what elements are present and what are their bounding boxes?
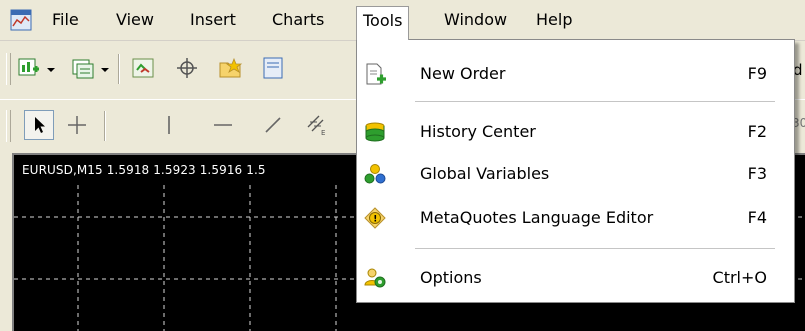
menu-help[interactable]: Help — [530, 6, 578, 34]
equidistant-channel-icon: E — [307, 115, 325, 137]
market-watch-icon — [132, 58, 154, 78]
menu-item-shortcut: F3 — [747, 164, 767, 183]
new-chart-dropdown-icon[interactable] — [47, 68, 55, 72]
folder-star-icon — [219, 57, 243, 78]
profiles-dropdown-icon[interactable] — [101, 68, 109, 72]
new-chart-button[interactable] — [14, 53, 44, 83]
menu-window[interactable]: Window — [438, 6, 513, 34]
menu-item-label: Global Variables — [420, 164, 550, 183]
horizontal-line-button[interactable] — [208, 110, 238, 140]
crosshair-cursor-icon — [68, 116, 86, 134]
toolbar-separator — [118, 54, 120, 84]
menu-item-shortcut: F9 — [747, 64, 767, 83]
toolbar-separator — [104, 111, 106, 141]
navigator-button[interactable] — [216, 53, 246, 83]
crosshair-cursor-button[interactable] — [62, 110, 92, 140]
options-icon — [364, 268, 386, 288]
toolbar-grip[interactable] — [6, 110, 11, 142]
menu-item-label: Options — [420, 268, 482, 287]
trendline-icon — [265, 117, 281, 133]
profiles-icon — [72, 59, 94, 79]
menu-item-history-center[interactable]: History Center F2 — [357, 112, 794, 152]
menu-separator — [415, 248, 775, 249]
terminal-window: File View Insert Charts Tools Window Hel… — [0, 0, 805, 331]
menu-item-options[interactable]: Options Ctrl+O — [357, 258, 794, 298]
global-variables-icon — [364, 164, 386, 184]
trendline-button[interactable] — [258, 110, 288, 140]
menu-charts[interactable]: Charts — [266, 6, 330, 34]
menu-item-label: History Center — [420, 122, 536, 141]
menu-item-metaquotes-language-editor[interactable]: ! MetaQuotes Language Editor F4 — [357, 198, 794, 238]
menu-bar: File View Insert Charts Tools Window Hel… — [0, 0, 805, 41]
vertical-line-icon — [168, 116, 170, 134]
menu-item-label: New Order — [420, 64, 506, 83]
menu-view[interactable]: View — [110, 6, 160, 34]
cursor-arrow-icon — [35, 117, 45, 133]
cursor-tool-button[interactable] — [24, 110, 54, 140]
menu-item-global-variables[interactable]: Global Variables F3 — [357, 154, 794, 194]
svg-text:E: E — [321, 129, 325, 137]
menu-item-shortcut: Ctrl+O — [712, 268, 767, 287]
terminal-button[interactable] — [258, 53, 288, 83]
history-center-icon — [365, 122, 385, 142]
chart-title: EURUSD,M15 1.5918 1.5923 1.5916 1.5 — [22, 163, 266, 177]
metaeditor-icon: ! — [364, 207, 386, 229]
market-watch-button[interactable] — [128, 53, 158, 83]
menu-separator — [415, 101, 775, 102]
crosshair-icon — [177, 58, 197, 78]
menu-item-shortcut: F2 — [747, 122, 767, 141]
terminal-icon — [263, 57, 283, 79]
toolbar-grip[interactable] — [6, 53, 11, 85]
menu-insert[interactable]: Insert — [184, 6, 242, 34]
chart-frame — [0, 153, 12, 331]
menu-item-label: MetaQuotes Language Editor — [420, 208, 654, 227]
horizontal-line-icon — [214, 124, 232, 126]
menu-item-new-order[interactable]: New Order F9 — [357, 54, 794, 94]
app-icon[interactable] — [10, 9, 32, 31]
menu-file[interactable]: File — [46, 6, 85, 34]
profiles-button[interactable] — [68, 53, 98, 83]
svg-text:!: ! — [373, 215, 377, 225]
menu-tools[interactable]: Tools — [356, 6, 410, 40]
tools-menu: New Order F9 History Center F2 Global Va… — [356, 39, 795, 303]
equidistant-channel-button[interactable]: E — [302, 110, 332, 140]
crosshair-tool-button[interactable] — [172, 53, 202, 83]
new-order-icon — [366, 63, 386, 85]
vertical-line-button[interactable] — [154, 110, 184, 140]
new-chart-icon — [18, 58, 39, 76]
menu-item-shortcut: F4 — [747, 208, 767, 227]
